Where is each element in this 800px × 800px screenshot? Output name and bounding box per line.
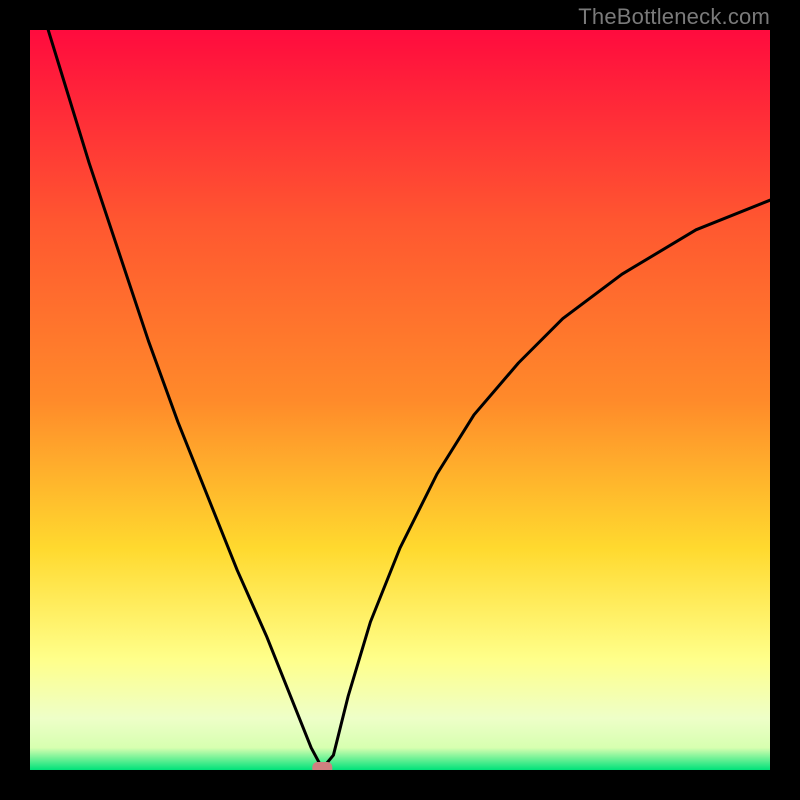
plot-area xyxy=(30,30,770,770)
chart-frame: TheBottleneck.com xyxy=(0,0,800,800)
watermark-text: TheBottleneck.com xyxy=(578,4,770,30)
optimal-point-marker xyxy=(312,762,332,770)
chart-svg xyxy=(30,30,770,770)
gradient-background xyxy=(30,30,770,770)
